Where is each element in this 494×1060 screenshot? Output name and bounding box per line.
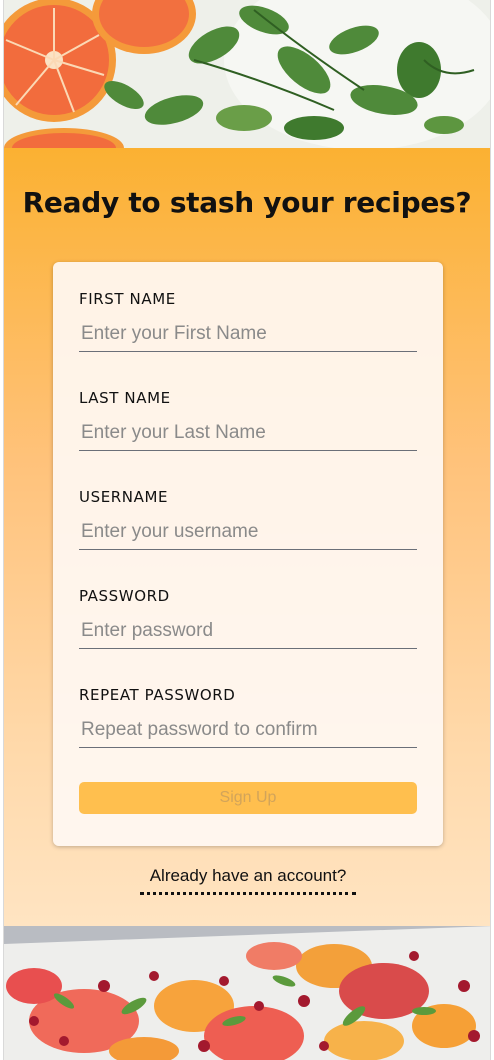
password-group: PASSWORD bbox=[79, 587, 417, 649]
first-name-group: FIRST NAME bbox=[79, 290, 417, 352]
citrus-salad-photo bbox=[4, 926, 490, 1060]
password-input[interactable] bbox=[79, 613, 417, 649]
first-name-label: FIRST NAME bbox=[79, 290, 176, 308]
signup-form-card: FIRST NAME LAST NAME USERNAME PASSWORD R… bbox=[53, 262, 443, 846]
signup-screen: Ready to stash your recipes? FIRST NAME … bbox=[3, 0, 491, 1060]
password-label: PASSWORD bbox=[79, 587, 170, 605]
username-label: USERNAME bbox=[79, 488, 169, 506]
username-input[interactable] bbox=[79, 514, 417, 550]
last-name-group: LAST NAME bbox=[79, 389, 417, 451]
username-group: USERNAME bbox=[79, 488, 417, 550]
last-name-label: LAST NAME bbox=[79, 389, 171, 407]
oranges-and-mint-photo bbox=[4, 0, 490, 148]
repeat-password-group: REPEAT PASSWORD bbox=[79, 686, 417, 748]
page-title: Ready to stash your recipes? bbox=[22, 186, 472, 219]
sign-up-button[interactable]: Sign Up bbox=[79, 782, 417, 814]
repeat-password-label: REPEAT PASSWORD bbox=[79, 686, 236, 704]
login-link[interactable]: Already have an account? bbox=[140, 866, 356, 895]
first-name-input[interactable] bbox=[79, 316, 417, 352]
signup-panel: Ready to stash your recipes? FIRST NAME … bbox=[4, 148, 490, 926]
last-name-input[interactable] bbox=[79, 415, 417, 451]
repeat-password-input[interactable] bbox=[79, 712, 417, 748]
